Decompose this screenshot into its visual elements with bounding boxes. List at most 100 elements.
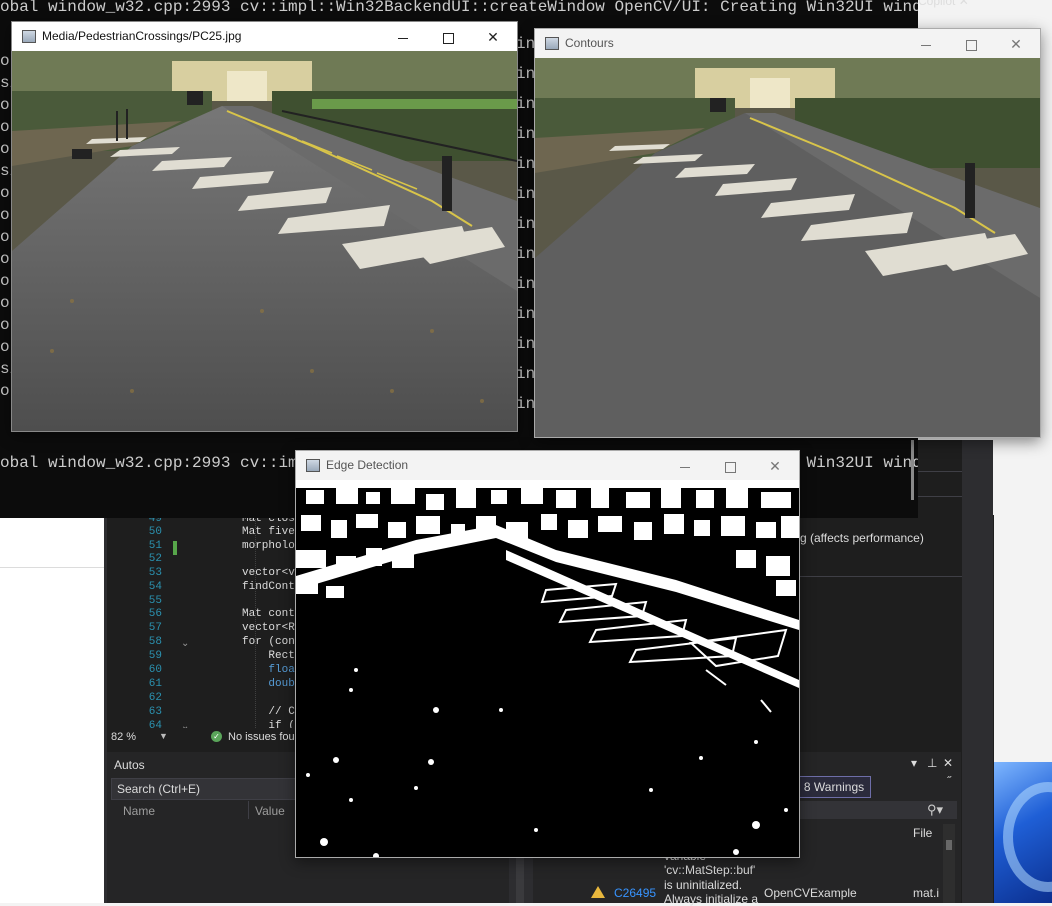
maximize-button[interactable] (948, 33, 994, 55)
console-fragment: in (516, 95, 536, 113)
line-number: 50 (148, 526, 162, 538)
line-number: 64 (148, 720, 162, 728)
console-fragment: in (516, 185, 536, 203)
maximize-button[interactable] (707, 455, 753, 477)
close-icon[interactable]: ✕ (959, 0, 969, 8)
line-number: 55 (148, 595, 162, 607)
console-fragment: in (516, 35, 536, 53)
title-bar[interactable]: Edge Detection ✕ (296, 451, 799, 479)
maximize-button[interactable] (425, 26, 471, 48)
title-bar[interactable]: Contours ✕ (535, 29, 1040, 57)
panel-title: Autos (114, 758, 145, 772)
close-icon[interactable]: ✕ (943, 756, 953, 770)
divider (0, 567, 110, 568)
issues-status[interactable]: No issues fou (228, 731, 295, 743)
close-button[interactable]: ✕ (470, 26, 516, 48)
line-number: 58 (148, 636, 162, 648)
line-number: 53 (148, 567, 162, 579)
desktop-wallpaper (993, 762, 1052, 903)
overflow-icon[interactable]: ˝ (947, 774, 951, 788)
copilot-text: Copilot (918, 0, 956, 8)
warning-icon (591, 886, 605, 898)
code-line: findCont (242, 581, 295, 593)
minimize-button[interactable] (903, 33, 949, 55)
error-search-input[interactable]: ⚲▾ (795, 801, 957, 819)
warning-file: mat.i (913, 886, 940, 900)
edge-image (296, 480, 799, 857)
console-fragment: in (516, 335, 536, 353)
app-icon (22, 30, 36, 43)
warnings-filter-button[interactable]: 8 Warnings (797, 776, 871, 798)
console-fragment: in (516, 245, 536, 263)
code-line: morpholo (242, 540, 295, 552)
fold-chevron-icon[interactable]: ⌄ (181, 721, 189, 728)
chevron-down-icon[interactable]: ▼ (159, 731, 168, 741)
scrollbar[interactable] (911, 440, 914, 500)
close-button[interactable]: ✕ (752, 455, 798, 477)
line-number: 54 (148, 581, 162, 593)
warning-message: Always initialize a (664, 892, 759, 906)
console-fragment: in (516, 305, 536, 323)
app-icon (306, 459, 320, 472)
code-line: if ( (242, 720, 295, 728)
window-title: Contours (565, 36, 614, 50)
copilot-label[interactable]: Copilot ✕ (918, 0, 969, 8)
console-fragment: in (516, 155, 536, 173)
image-window-edges[interactable]: Edge Detection ✕ (295, 450, 800, 858)
vs-side-strip (962, 440, 993, 903)
line-number: 56 (148, 608, 162, 620)
window-title: Media/PedestrianCrossings/PC25.jpg (42, 29, 242, 43)
line-number: 57 (148, 622, 162, 634)
change-marker (173, 541, 177, 555)
line-number: 61 (148, 678, 162, 690)
console-fragment: in (516, 275, 536, 293)
console-line: obal window_w32.cpp:2993 cv::impl::Win32… (0, 0, 918, 16)
minimize-button[interactable] (662, 455, 708, 477)
window-title: Edge Detection (326, 458, 409, 472)
fold-chevron-icon[interactable]: ⌄ (181, 638, 189, 650)
diagnostics-option[interactable]: g (affects performance) (800, 531, 924, 545)
image-window-original[interactable]: Media/PedestrianCrossings/PC25.jpg ✕ (11, 21, 518, 432)
code-line: vector<R (242, 622, 295, 634)
line-number: 63 (148, 706, 162, 718)
zoom-level[interactable]: 82 % (111, 731, 136, 743)
app-icon (545, 37, 559, 50)
console-fragment: in (516, 65, 536, 83)
desktop-background (0, 515, 110, 903)
console-fragment: in (516, 395, 536, 413)
code-line: Mat five (242, 526, 295, 538)
column-header-value[interactable]: Value (255, 804, 285, 818)
warning-project: OpenCVExample (764, 886, 857, 900)
minimize-button[interactable] (380, 26, 426, 48)
dropdown-icon[interactable]: ▾ (911, 756, 917, 770)
line-number: 59 (148, 650, 162, 662)
scrollbar[interactable] (943, 824, 955, 903)
line-number: 52 (148, 553, 162, 565)
line-number: 51 (148, 540, 162, 552)
warning-message: is uninitialized. (664, 878, 743, 892)
divider (790, 576, 962, 577)
pin-icon[interactable]: ⊥ (927, 756, 937, 770)
column-header-name[interactable]: Name (123, 804, 155, 818)
column-header-file[interactable]: File (913, 826, 932, 840)
search-placeholder: Search (Ctrl+E) (117, 782, 201, 796)
code-line: doub (242, 678, 295, 690)
warning-message: 'cv::MatStep::buf' (664, 863, 756, 877)
code-line: Rect (242, 650, 295, 662)
console-fragment: in (516, 215, 536, 233)
console-fragment: in (516, 125, 536, 143)
check-icon: ✓ (211, 731, 222, 742)
search-icon[interactable]: ⚲▾ (927, 802, 943, 818)
title-bar[interactable]: Media/PedestrianCrossings/PC25.jpg ✕ (12, 22, 517, 50)
photo-contours (535, 58, 1040, 437)
console-fragments-right: in in in in in in in in in in in in in (516, 35, 536, 435)
column-divider (248, 801, 249, 819)
warning-code-link[interactable]: C26495 (614, 886, 656, 900)
code-comment: // C (242, 706, 295, 718)
line-number: 60 (148, 664, 162, 676)
close-button[interactable]: ✕ (993, 33, 1039, 55)
code-line: vector<v (242, 567, 295, 579)
image-window-contours[interactable]: Contours ✕ (534, 28, 1041, 438)
line-number: 62 (148, 692, 162, 704)
code-line: Mat cont (242, 608, 295, 620)
